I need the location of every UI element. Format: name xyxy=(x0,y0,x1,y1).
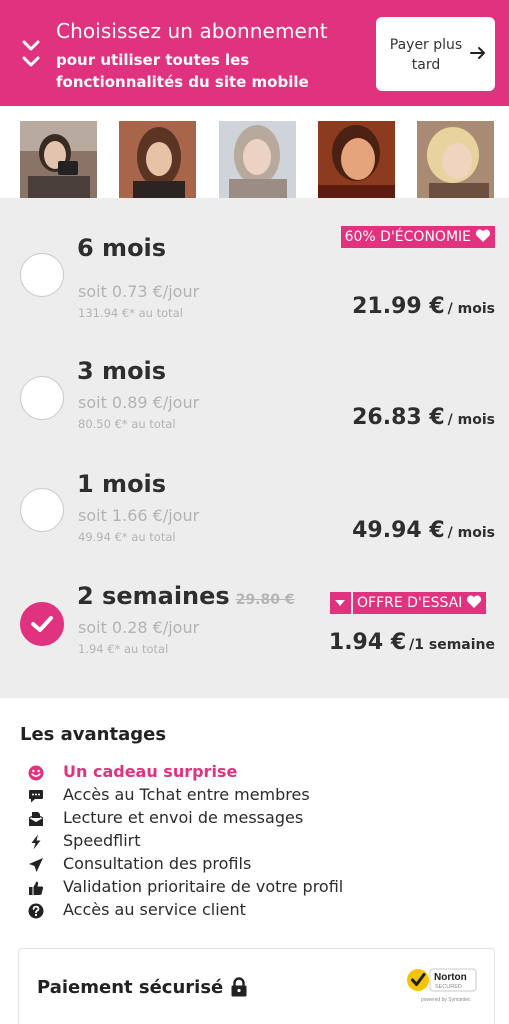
plan-name: 3 mois xyxy=(77,357,167,385)
plan-price-value: 21.99 € xyxy=(352,294,445,319)
checkmark-icon xyxy=(31,616,53,632)
plan-option-2-weeks[interactable]: 2 semaines 29.80 € soit 0.28 €/jour 1.94 … xyxy=(0,568,509,680)
advantage-item: Un cadeau surprise xyxy=(28,762,488,784)
plan-name: 6 mois xyxy=(77,234,167,262)
advantage-label: Accès au service client xyxy=(63,900,246,919)
send-icon xyxy=(29,858,43,872)
chevrons-down-icon[interactable] xyxy=(18,38,44,72)
secure-payment-label: Paiement sécurisé xyxy=(37,977,224,998)
advantage-item: Speedflirt xyxy=(28,831,488,853)
lightning-icon xyxy=(31,834,41,850)
plan-price-unit: / mois xyxy=(447,301,495,317)
plan-price: 26.83 € / mois xyxy=(352,405,495,430)
advantage-item: Lecture et envoi de messages xyxy=(28,808,488,830)
plan-per-day: soit 0.28 €/jour xyxy=(78,618,200,637)
plan-radio[interactable] xyxy=(20,253,64,297)
smiley-icon xyxy=(28,765,44,781)
advantages-section: Les avantages Un cadeau surprise Accès a… xyxy=(0,698,509,948)
advantage-item: Validation prioritaire de votre profil xyxy=(28,877,488,899)
plan-list: 6 mois soit 0.73 €/jour 131.94 €* au tot… xyxy=(0,198,509,698)
advantage-label: Accès au Tchat entre membres xyxy=(63,785,310,804)
plan-price-unit: / mois xyxy=(447,525,495,541)
chat-icon xyxy=(29,790,43,803)
lock-icon xyxy=(231,977,247,997)
plan-per-day: soit 1.66 €/jour xyxy=(78,506,200,525)
caret-down-icon xyxy=(335,600,345,606)
advantage-label: Speedflirt xyxy=(63,831,141,850)
pay-later-button[interactable]: Payer plus tard xyxy=(376,17,495,91)
plan-price: 1.94 €/1 semaine xyxy=(329,630,495,655)
advantage-item: Accès au service client xyxy=(28,900,488,922)
plan-price-value: 1.94 € xyxy=(328,630,407,655)
advantage-label: Un cadeau surprise xyxy=(63,762,238,781)
profile-photo xyxy=(417,121,494,198)
plan-old-price: 29.80 € xyxy=(235,592,295,608)
profile-photos xyxy=(0,106,509,198)
subscription-header: Choisissez un abonnement pour utiliser t… xyxy=(0,0,509,106)
profile-photo xyxy=(219,121,296,198)
trial-badge: OFFRE D'ESSAI xyxy=(353,592,487,614)
svg-text:powered by Symantec: powered by Symantec xyxy=(421,997,471,1003)
plan-price-unit: /1 semaine xyxy=(409,637,495,653)
plan-price-value: 49.94 € xyxy=(352,518,445,543)
advantage-label: Lecture et envoi de messages xyxy=(63,808,304,827)
secure-payment-card: Paiement sécurisé Norton SECURED powered… xyxy=(18,948,495,1024)
savings-badge: 60% D'ÉCONOMIE xyxy=(340,226,495,248)
heart-icon xyxy=(475,229,491,242)
plan-name: 1 mois xyxy=(77,470,167,498)
plan-radio[interactable] xyxy=(20,376,64,420)
header-subtitle: pour utiliser toutes les fonctionnalités… xyxy=(56,51,309,91)
trial-badge-dropdown[interactable] xyxy=(330,592,351,614)
advantages-title: Les avantages xyxy=(20,724,167,745)
plan-option-6-months[interactable]: 6 mois soit 0.73 €/jour 131.94 €* au tot… xyxy=(0,222,509,334)
pay-later-label: Payer plus tard xyxy=(389,37,463,73)
help-icon xyxy=(28,903,44,919)
plan-total: 49.94 €* au total xyxy=(78,530,176,544)
svg-text:SECURED: SECURED xyxy=(435,984,462,990)
profile-photo xyxy=(20,121,97,198)
mail-icon xyxy=(28,812,44,826)
plan-name: 2 semaines 29.80 € xyxy=(77,582,295,610)
plan-total: 1.94 €* au total xyxy=(78,642,169,656)
header-title: Choisissez un abonnement xyxy=(56,19,328,43)
plan-radio[interactable] xyxy=(20,488,64,532)
plan-per-day: soit 0.89 €/jour xyxy=(78,393,200,412)
svg-text:Norton: Norton xyxy=(434,972,467,983)
arrow-right-icon xyxy=(470,47,485,59)
plan-option-1-month[interactable]: 1 mois soit 1.66 €/jour 49.94 €* au tota… xyxy=(0,448,509,560)
plan-price: 49.94 € / mois xyxy=(352,518,495,543)
plan-total: 131.94 €* au total xyxy=(78,306,183,320)
advantage-item: Consultation des profils xyxy=(28,854,488,876)
plan-name-label: 2 semaines xyxy=(77,582,230,610)
savings-badge-label: 60% D'ÉCONOMIE xyxy=(344,229,471,245)
plan-total: 80.50 €* au total xyxy=(78,417,176,431)
plan-price-value: 26.83 € xyxy=(352,405,445,430)
heart-icon xyxy=(467,595,482,608)
plan-radio-checked[interactable] xyxy=(20,602,64,646)
norton-secured-logo: Norton SECURED powered by Symantec xyxy=(407,968,477,1003)
advantage-item: Accès au Tchat entre membres xyxy=(28,785,488,807)
plan-option-3-months[interactable]: 3 mois soit 0.89 €/jour 80.50 €* au tota… xyxy=(0,335,509,447)
thumbs-up-icon xyxy=(29,881,44,895)
advantage-label: Validation prioritaire de votre profil xyxy=(63,877,344,896)
profile-photo xyxy=(119,121,196,198)
plan-per-day: soit 0.73 €/jour xyxy=(78,282,200,301)
advantage-label: Consultation des profils xyxy=(63,854,252,873)
plan-price-unit: / mois xyxy=(447,412,495,428)
plan-price: 21.99 € / mois xyxy=(352,294,495,319)
profile-photo xyxy=(318,121,395,198)
trial-badge-label: OFFRE D'ESSAI xyxy=(357,595,463,611)
